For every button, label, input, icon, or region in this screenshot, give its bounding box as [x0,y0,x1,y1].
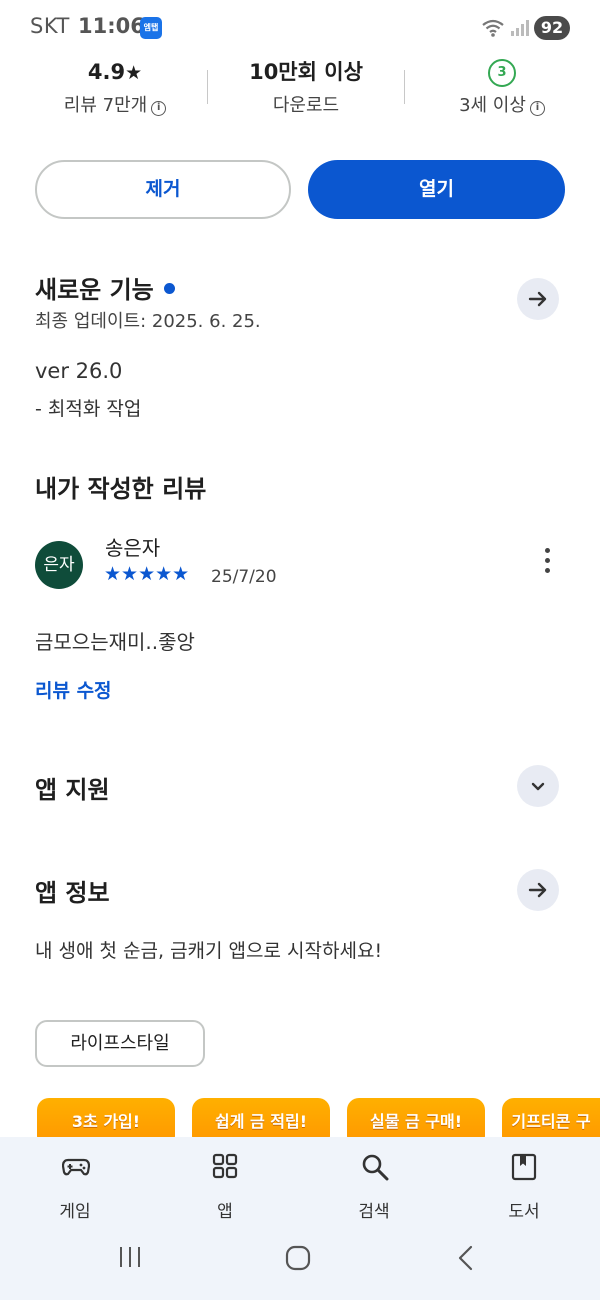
book-icon [511,1153,537,1181]
nav-books[interactable]: 도서 [474,1137,574,1237]
app-info-heading: 앱 정보 [35,879,110,907]
rating-stat[interactable]: 4.9★ 리뷰 7만개 i [25,56,205,122]
nav-search[interactable]: 검색 [324,1137,424,1237]
review-date: 25/7/20 [211,567,277,587]
app-support-heading[interactable]: 앱 지원 [35,770,110,805]
chevron-down-icon [531,782,545,791]
apps-grid-icon [212,1153,238,1179]
info-icon[interactable]: i [529,101,545,116]
downloads-value: 10만회 이상 [249,60,363,84]
app-support-expand-button[interactable] [517,765,559,807]
home-button[interactable] [285,1245,311,1271]
review-star-rating: ★★★★★ [104,563,190,585]
downloads-stat: 10만회 이상 다운로드 [216,56,396,122]
nav-label: 게임 [59,1202,91,1222]
nav-label: 앱 [217,1202,233,1222]
whats-new-title: 새로운 기능 [35,276,154,304]
carrier-name: SKT [30,14,70,38]
search-icon [362,1154,389,1181]
new-indicator-dot [163,283,175,294]
recent-apps-button[interactable] [118,1245,142,1269]
version-text: ver 26.0 [35,359,123,383]
arrow-right-icon [528,291,547,307]
stat-divider [207,70,208,104]
downloads-label: 다운로드 [272,95,340,116]
nav-games[interactable]: 게임 [25,1137,125,1237]
battery-indicator: 92 [534,16,570,40]
open-button[interactable]: 열기 [308,160,565,219]
age-rating-badge: 3 [488,59,516,87]
category-chip[interactable]: 라이프스타일 [35,1020,205,1067]
uninstall-button[interactable]: 제거 [35,160,291,219]
wifi-icon [482,19,504,37]
notification-app-icon: 엠탭 [140,17,162,39]
last-updated: 최종 업데이트: 2025. 6. 25. [35,311,261,332]
bottom-navigation: 게임 앱 검색 도서 [0,1137,600,1300]
back-button[interactable] [456,1245,476,1271]
whats-new-heading: 새로운 기능 [35,270,175,305]
review-count: 리뷰 7만개 [63,95,148,116]
edit-review-link[interactable]: 리뷰 수정 [35,676,112,703]
avatar: 은자 [35,541,83,589]
my-review-heading: 내가 작성한 리뷰 [35,475,207,503]
gamepad-icon [62,1158,90,1176]
info-icon[interactable]: i [151,101,167,116]
arrow-right-icon [528,882,547,898]
nav-label: 검색 [358,1202,390,1222]
age-rating-stat[interactable]: 3 3세 이상 i [412,56,592,122]
nav-apps[interactable]: 앱 [175,1137,275,1237]
reviewer-name: 송은자 [105,536,161,560]
release-note: - 최적화 작업 [35,398,142,420]
status-time: 11:06 [78,14,145,38]
whats-new-arrow-button[interactable] [517,278,559,320]
stat-divider [404,70,405,104]
app-description: 내 생애 첫 순금, 금캐기 앱으로 시작하세요! [35,940,383,962]
age-rating-label: 3세 이상 [459,95,526,116]
app-info-arrow-button[interactable] [517,869,559,911]
signal-icon [511,20,529,36]
rating-value: 4.9 [87,60,126,84]
review-body: 금모으는재미..좋앙 [35,630,195,654]
nav-label: 도서 [508,1202,540,1222]
more-options-icon[interactable] [537,548,557,578]
status-bar: SKT 11:06 엠탭 92 [0,0,600,56]
star-icon: ★ [125,62,143,84]
